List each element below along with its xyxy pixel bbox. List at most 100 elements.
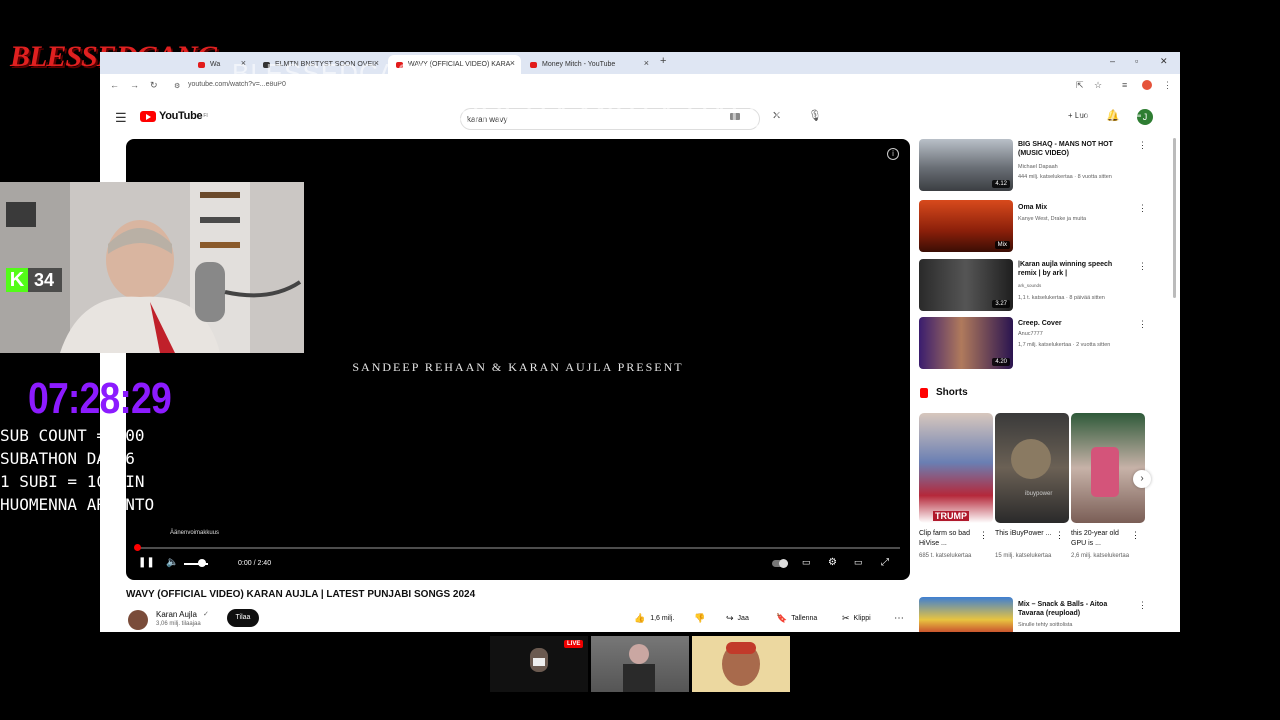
screen-shape (533, 658, 545, 666)
short-views: 15 milj. katselukertaa (995, 553, 1052, 559)
short-thumb-text: TRUMP (933, 511, 969, 521)
recommendation-title[interactable]: BIG SHAQ - MANS NOT HOT (MUSIC VIDEO) (1018, 140, 1118, 158)
site-info-icon[interactable]: ⚙ (174, 82, 180, 90)
browser-menu-icon[interactable]: ⋮ (1163, 80, 1172, 91)
scissors-icon: ✂ (842, 612, 850, 623)
dislike-button[interactable]: 👎 (694, 609, 705, 627)
short-thumbnail[interactable] (1071, 413, 1145, 523)
recommendation-title[interactable]: |Karan aujla winning speech remix | by a… (1018, 260, 1118, 278)
hamburger-menu-icon[interactable]: ☰ (115, 110, 127, 126)
verified-check-icon: ✓ (203, 611, 209, 618)
tab-close-icon[interactable]: × (510, 58, 515, 68)
short-title[interactable]: Clip farm so bad HiVise ... (919, 529, 981, 549)
channel-avatar[interactable] (128, 610, 148, 630)
video-frame-title: SANDEEP REHAAN & KARAN AUJLA PRESENT (352, 360, 684, 374)
chevron-right-icon[interactable]: › (1133, 470, 1151, 488)
more-options-icon[interactable]: ⋮ (1138, 203, 1147, 214)
clip-button[interactable]: ✂ Klippi (842, 609, 871, 627)
more-options-icon[interactable]: ⋮ (1138, 261, 1147, 272)
forward-icon[interactable]: → (130, 80, 139, 90)
install-icon[interactable]: ⇱ (1076, 80, 1084, 91)
duration-badge: 4.20 (992, 358, 1010, 366)
recommendation-thumbnail[interactable]: 4.20 (919, 317, 1013, 369)
more-options-icon[interactable]: ⋮ (1138, 140, 1147, 151)
progress-bar[interactable] (136, 547, 900, 549)
stream-title: BLESSEDCAST (232, 58, 433, 88)
recommendation-thumbnail[interactable]: Mix (919, 200, 1013, 252)
more-actions-button[interactable]: ⋯ (894, 609, 904, 627)
youtube-favicon-icon (198, 61, 205, 68)
reload-icon[interactable]: ↻ (150, 80, 158, 91)
extensions-icon[interactable]: ≡ (1122, 80, 1127, 90)
clip-thumbnail[interactable] (692, 636, 790, 692)
fan-shape (1011, 439, 1051, 479)
thumbs-down-icon: 👎 (694, 612, 706, 623)
youtube-play-icon (140, 110, 156, 122)
share-button[interactable]: ↪ Jaa (726, 609, 749, 627)
recommendation-channel[interactable]: Sinulle tehty soittolista (1018, 622, 1072, 628)
settings-gear-icon[interactable]: ⚙ (828, 557, 837, 568)
subathon-timer: 07:28:29 (28, 374, 172, 423)
subscriber-count: 3,06 milj. tilaajaa (156, 621, 201, 627)
country-code: FI (203, 113, 208, 119)
suit-shape (623, 664, 655, 692)
autoplay-toggle[interactable] (772, 559, 788, 568)
phone-shape (1091, 447, 1119, 497)
recommendation-title[interactable]: Mix – Snack & Balls - Aitoa Tavaraa (reu… (1018, 600, 1128, 618)
sub-count-text: SUB COUNT = 300 (0, 426, 145, 445)
browser-tab[interactable]: Money Mitch - YouTube × (522, 55, 655, 74)
clip-label: Klippi (853, 614, 871, 622)
close-window-button[interactable]: ✕ (1160, 56, 1168, 67)
bookmark-star-icon[interactable]: ☆ (1094, 80, 1102, 91)
tab-label: Wa (210, 61, 221, 68)
recommendation-thumbnail[interactable]: 4.12 (919, 139, 1013, 191)
fullscreen-icon[interactable]: ⤢ (881, 557, 889, 568)
new-tab-button[interactable]: + (660, 55, 666, 67)
more-options-icon[interactable]: ⋮ (1138, 319, 1147, 330)
short-views: 685 t. katselukertaa (919, 553, 972, 559)
recommendation-channel[interactable]: Anuc7777 (1018, 331, 1043, 337)
short-title[interactable]: this 20-year old GPU is ... (1071, 529, 1133, 549)
short-thumbnail[interactable]: ibuypower (995, 413, 1069, 523)
recommendation-channel[interactable]: Kanye West, Drake ja muita (1018, 216, 1086, 222)
tab-close-icon[interactable]: × (644, 58, 649, 68)
maximize-button[interactable]: ▫ (1135, 56, 1138, 66)
tab-label: Money Mitch - YouTube (542, 61, 616, 68)
more-options-icon[interactable]: ⋮ (1055, 530, 1064, 541)
page-scrollbar[interactable] (1173, 138, 1176, 298)
profile-avatar-icon[interactable] (1142, 80, 1152, 90)
more-options-icon[interactable]: ⋮ (979, 530, 988, 541)
channel-name[interactable]: Karan Aujla (156, 610, 197, 619)
head-shape (629, 644, 649, 664)
recommendation-channel[interactable]: ark_sounds (1018, 283, 1041, 288)
recommendation-meta: 444 milj. katselukertaa · 8 vuotta sitte… (1018, 174, 1112, 180)
volume-icon[interactable]: 🔈 (166, 557, 178, 568)
youtube-favicon-icon (530, 61, 537, 68)
subtitles-icon[interactable]: ▭ (802, 557, 811, 568)
shorts-title: Shorts (936, 387, 968, 398)
progress-scrubber[interactable] (134, 544, 141, 551)
theater-mode-icon[interactable]: ▭ (854, 557, 863, 568)
short-thumbnail[interactable]: TRUMP (919, 413, 993, 523)
like-button[interactable]: 👍 1,6 milj. (634, 609, 674, 627)
recommendation-thumbnail[interactable] (919, 597, 1013, 632)
recommendation-title[interactable]: Oma Mix (1018, 203, 1118, 212)
recommendation-channel[interactable]: Michael Dapaah (1018, 164, 1058, 170)
save-button[interactable]: 🔖 Tallenna (776, 609, 817, 627)
minimize-button[interactable]: – (1110, 56, 1115, 66)
volume-knob[interactable] (198, 559, 206, 567)
recommendation-thumbnail[interactable]: 3.27 (919, 259, 1013, 311)
pause-button[interactable]: ❚❚ (138, 557, 155, 568)
live-stream-thumbnail[interactable]: LIVE (490, 636, 588, 692)
subscribe-button[interactable]: Tilaa (227, 609, 259, 627)
kick-logo-icon: K (6, 268, 28, 292)
recommendation-title[interactable]: Creep. Cover (1018, 319, 1118, 328)
info-icon[interactable]: i (887, 148, 899, 160)
more-options-icon[interactable]: ⋮ (1131, 530, 1140, 541)
short-title[interactable]: This iBuyPower ... (995, 529, 1057, 539)
more-options-icon[interactable]: ⋮ (1138, 600, 1147, 611)
back-icon[interactable]: ← (110, 80, 119, 90)
youtube-logo[interactable]: YouTube FI (140, 110, 208, 122)
kick-count: 34 (34, 269, 55, 290)
clip-thumbnail[interactable] (591, 636, 689, 692)
